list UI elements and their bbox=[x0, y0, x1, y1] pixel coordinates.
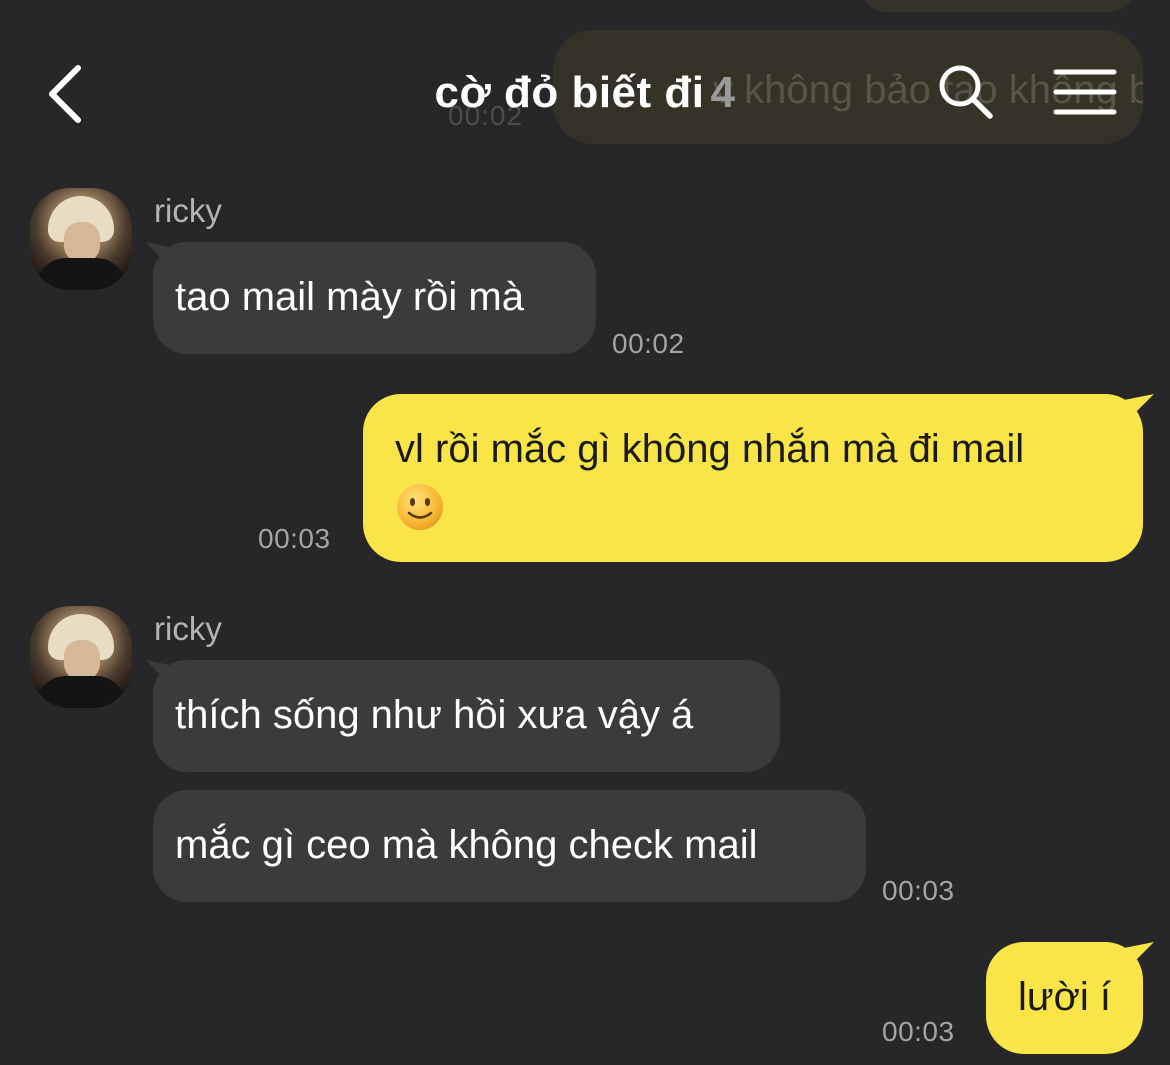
sender-name: ricky bbox=[154, 192, 222, 229]
avatar[interactable] bbox=[30, 188, 132, 290]
incoming-message-bubble[interactable]: mắc gì ceo mà không check mail bbox=[153, 790, 866, 902]
chat-screen: v không bảo tao không báo tao 00:02 cờ đ… bbox=[0, 0, 1170, 1065]
message-timestamp: 00:03 bbox=[882, 1016, 955, 1047]
ghost-bubble-top bbox=[860, 0, 1135, 12]
message-timestamp: 00:03 bbox=[258, 523, 331, 554]
hamburger-menu-icon bbox=[1053, 69, 1117, 115]
message-text: lười í bbox=[1018, 975, 1112, 1019]
search-icon bbox=[939, 65, 993, 119]
chat-room-name: cờ đỏ biết đi bbox=[434, 68, 705, 117]
message-timestamp: 00:02 bbox=[612, 328, 685, 359]
slightly-smiling-face-icon bbox=[395, 482, 445, 532]
search-button[interactable] bbox=[936, 62, 996, 122]
sender-name: ricky bbox=[154, 610, 222, 647]
incoming-message-bubble[interactable]: tao mail mày rồi mà bbox=[153, 242, 596, 354]
message-timestamp: 00:03 bbox=[882, 875, 955, 906]
message-text: mắc gì ceo mà không check mail bbox=[175, 823, 758, 867]
message-text: thích sống như hồi xưa vậy á bbox=[175, 693, 694, 737]
avatar[interactable] bbox=[30, 606, 132, 708]
chat-header: cờ đỏ biết đi 4 bbox=[0, 40, 1170, 150]
member-count: 4 bbox=[710, 68, 736, 117]
outgoing-message-bubble[interactable]: vl rồi mắc gì không nhắn mà đi mail bbox=[363, 394, 1143, 562]
message-text: tao mail mày rồi mà bbox=[175, 275, 524, 319]
incoming-message-bubble[interactable]: thích sống như hồi xưa vậy á bbox=[153, 660, 780, 772]
message-text: vl rồi mắc gì không nhắn mà đi mail bbox=[395, 427, 1025, 471]
menu-button[interactable] bbox=[1052, 66, 1118, 118]
outgoing-message-bubble[interactable]: lười í bbox=[986, 942, 1143, 1054]
